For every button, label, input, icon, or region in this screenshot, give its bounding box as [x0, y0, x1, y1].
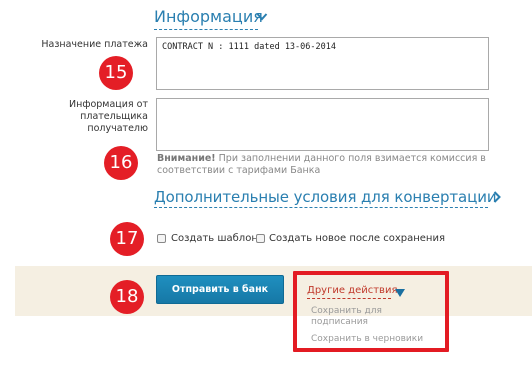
send-to-bank-button[interactable]: Отправить в банк: [156, 275, 284, 304]
step-badge-16: 16: [104, 146, 138, 180]
warning-strong: Внимание!: [157, 153, 216, 164]
payment-purpose-field[interactable]: CONTRACT N : 1111 dated 13-06-2014: [156, 37, 489, 90]
payer-info-field[interactable]: [156, 98, 489, 151]
other-actions-link[interactable]: Другие действия: [307, 285, 397, 296]
caret-down-icon[interactable]: [395, 289, 405, 297]
payment-purpose-label: Назначение платежа: [41, 39, 148, 50]
conversion-section-underline: [154, 207, 488, 208]
create-template-label[interactable]: Создать шаблон: [171, 233, 258, 244]
chevron-down-icon[interactable]: [256, 12, 268, 22]
chevron-right-icon[interactable]: [492, 190, 502, 204]
conversion-section-link[interactable]: Дополнительные условия для конвертации: [154, 188, 497, 206]
info-section-underline: [154, 29, 258, 30]
payer-info-label: Информация от плательщика получателю: [69, 99, 148, 134]
step-badge-15: 15: [99, 56, 133, 90]
step-badge-18: 18: [110, 280, 144, 314]
create-new-after-save-checkbox[interactable]: [256, 234, 265, 243]
create-template-checkbox[interactable]: [157, 234, 166, 243]
save-for-signing-item[interactable]: Сохранить для подписания: [311, 306, 421, 328]
step-badge-17: 17: [110, 222, 144, 256]
info-section-link[interactable]: Информация: [154, 7, 263, 26]
save-to-drafts-item[interactable]: Сохранить в черновики: [311, 334, 423, 345]
create-new-after-save-label[interactable]: Создать новое после сохранения: [269, 233, 445, 244]
other-actions-underline: [307, 298, 391, 299]
commission-warning: Внимание! При заполнении данного поля вз…: [157, 153, 487, 177]
